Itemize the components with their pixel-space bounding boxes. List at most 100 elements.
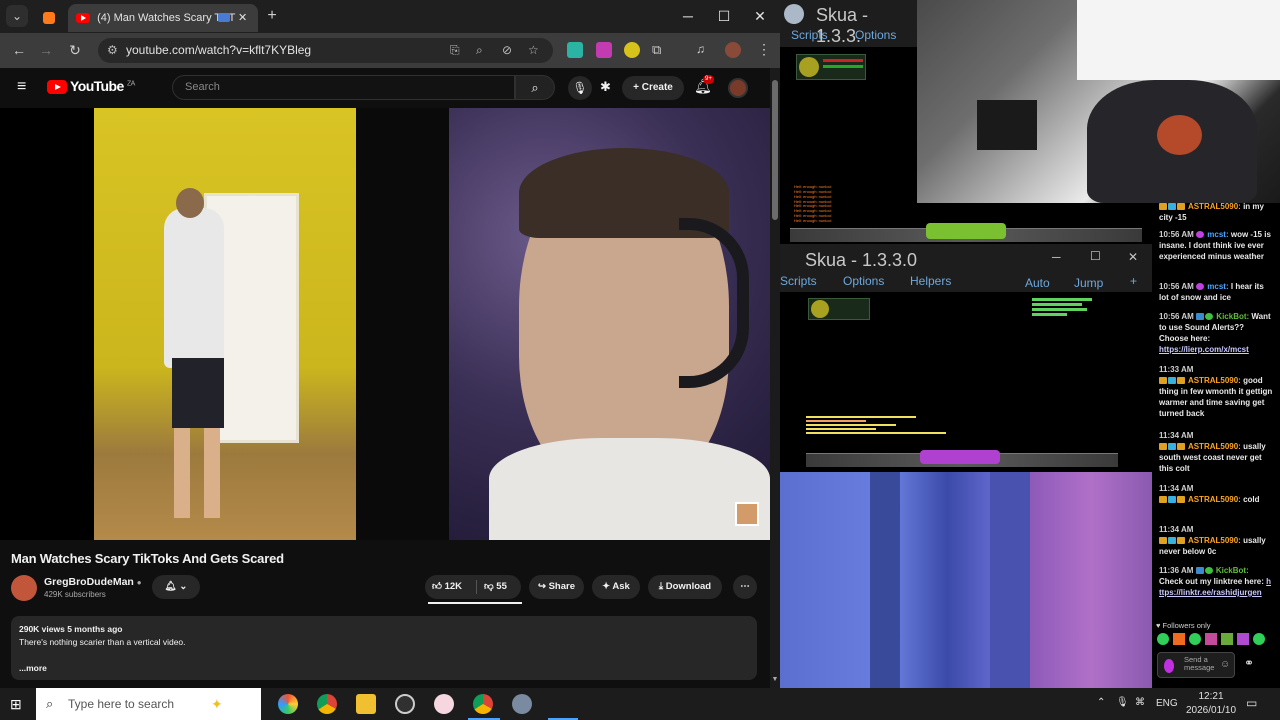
hamburger-menu-icon[interactable]: ≡	[17, 78, 26, 96]
channel-avatar[interactable]	[11, 575, 37, 601]
webcam-room-view	[917, 0, 1280, 203]
skua2-maximize-button[interactable]: ☐	[1090, 249, 1101, 263]
clock-time[interactable]: 12:21	[1196, 691, 1226, 702]
share-button[interactable]: ↪ Share	[529, 575, 584, 599]
create-button[interactable]: + Create	[622, 76, 684, 100]
ask-button[interactable]: ✦ Ask	[592, 575, 640, 599]
skua2-menu-scripts[interactable]: Scripts	[780, 274, 817, 288]
skua-taskbar-icon[interactable]	[512, 694, 532, 714]
emote-3-icon[interactable]	[1189, 633, 1201, 645]
microphone-icon[interactable]: 🎙	[1116, 697, 1129, 708]
tab-youtube-video[interactable]: (4) Man Watches Scary TikT ✕	[68, 4, 258, 32]
channel-name[interactable]: GregBroDudeMan ●	[44, 576, 142, 588]
skua2-chat-log	[806, 414, 946, 448]
bookmark-star-icon[interactable]: ☆	[528, 38, 539, 63]
chrome-profile-icon[interactable]	[473, 694, 493, 714]
scroll-down-arrow-icon[interactable]: ▼	[770, 676, 780, 683]
zoom-icon[interactable]: ⌕	[476, 38, 483, 63]
network-icon[interactable]: ⌘	[1135, 697, 1145, 708]
extension-gear-icon[interactable]: ✱	[600, 79, 611, 95]
like-button[interactable]: 👍︎ 12K	[432, 575, 462, 599]
address-bar[interactable]: ⚙ youtube.com/watch?v=kflt7KYBleg ⎘ ⌕ ⊘ …	[98, 38, 553, 63]
skua2-quest-tracker	[1032, 296, 1102, 326]
voice-search-icon[interactable]: 🎙	[568, 76, 592, 100]
channel-watermark-icon[interactable]	[735, 502, 759, 526]
eye-off-icon[interactable]: ⊘	[502, 38, 512, 63]
game-skill-icons-2[interactable]	[920, 450, 1000, 464]
skua1-menu-options[interactable]: Options	[855, 28, 896, 42]
obs-icon[interactable]	[395, 694, 415, 714]
scrollbar-thumb[interactable]	[772, 80, 778, 220]
site-info-icon[interactable]: ⚙	[107, 38, 118, 63]
description-box[interactable]: 290K views 5 months ago There's nothing …	[11, 616, 757, 680]
browser-menu-icon[interactable]: ⋮	[757, 41, 771, 58]
search-input[interactable]: Search	[172, 75, 515, 100]
notification-center-icon[interactable]: ▭	[1246, 696, 1257, 710]
chat-message-1: 10:56 AM mcst: wow -15 is insane. I dont…	[1159, 230, 1271, 261]
extension-3-icon[interactable]	[624, 42, 640, 58]
minimize-button[interactable]: ─	[670, 0, 706, 33]
taskbar-search-input[interactable]: ⌕ Type here to search ✦	[36, 688, 261, 720]
subscribe-bell-button[interactable]: 🔔︎ ⌄	[152, 575, 200, 599]
emote-4-icon[interactable]	[1205, 633, 1217, 645]
more-actions-button[interactable]: ⋯	[733, 575, 757, 599]
emoji-icon[interactable]: ☺	[1220, 659, 1230, 670]
back-button[interactable]: ←	[8, 33, 30, 68]
skua-window-1: Skua - 1.3.3. Scripts Options Hell: enou…	[780, 0, 917, 205]
chrome-icon[interactable]	[317, 694, 337, 714]
tab-pinned[interactable]	[34, 4, 64, 32]
emote-1-icon[interactable]	[1157, 633, 1169, 645]
video-player[interactable]	[0, 108, 770, 540]
tab-search-chevron-icon[interactable]: ⌄	[6, 5, 28, 27]
emote-picker-icon[interactable]	[1164, 659, 1174, 673]
skua2-menu-options[interactable]: Options	[843, 274, 884, 288]
app-favicon-icon	[43, 12, 55, 25]
install-app-icon[interactable]: ⎘	[450, 38, 460, 63]
emote-6-icon[interactable]	[1237, 633, 1249, 645]
chat-settings-icon[interactable]: ⚭	[1244, 656, 1254, 670]
emote-5-icon[interactable]	[1221, 633, 1233, 645]
search-button[interactable]: ⌕	[515, 75, 555, 100]
person-shirt-shape	[164, 208, 224, 368]
snipping-icon[interactable]	[434, 694, 454, 714]
download-button[interactable]: ⤓ Download	[648, 575, 722, 599]
language-indicator[interactable]: ENG	[1156, 698, 1178, 709]
chat-send-input[interactable]: Send a message ☺	[1157, 652, 1235, 678]
skua1-menu-scripts[interactable]: Scripts	[791, 28, 828, 42]
dislike-button[interactable]: 👎︎ 55	[484, 575, 507, 599]
maximize-button[interactable]: ☐	[706, 0, 742, 33]
file-explorer-icon[interactable]	[356, 694, 376, 714]
close-window-button[interactable]: ✕	[742, 0, 778, 33]
forward-button[interactable]: →	[35, 33, 57, 68]
media-controls-icon[interactable]: ♫	[696, 42, 705, 56]
emote-2-icon[interactable]	[1173, 633, 1185, 645]
start-button-windows-icon[interactable]: ⊞	[10, 696, 22, 713]
game-skill-icons-1[interactable]	[926, 223, 1006, 239]
skua2-add-button[interactable]: +	[1130, 274, 1137, 288]
new-tab-button[interactable]: +	[262, 5, 282, 27]
extensions-puzzle-icon[interactable]: ⧉	[652, 42, 661, 58]
skua2-menu-auto[interactable]: Auto	[1025, 276, 1050, 290]
show-more-link[interactable]: ...more	[19, 663, 47, 673]
bot-badge-icon	[1196, 313, 1205, 321]
search-icon: ⌕	[46, 696, 54, 711]
tray-overflow-icon[interactable]: ⌃	[1097, 697, 1105, 708]
extension-2-icon[interactable]	[596, 42, 612, 58]
extension-1-icon[interactable]	[567, 42, 583, 58]
profile-avatar[interactable]	[725, 42, 741, 58]
reload-button[interactable]: ↻	[64, 33, 86, 68]
skua2-minimize-button[interactable]: ─	[1052, 250, 1061, 264]
youtube-logo[interactable]: YouTube ZA	[47, 78, 135, 95]
close-tab-icon[interactable]: ✕	[238, 4, 247, 32]
emote-7-icon[interactable]	[1253, 633, 1265, 645]
sub-badge-icon	[1159, 496, 1167, 504]
account-avatar[interactable]	[728, 78, 748, 98]
description-text: There's nothing scarier than a vertical …	[19, 637, 186, 647]
skua2-close-button[interactable]: ✕	[1128, 250, 1138, 264]
quest-line-3	[1032, 308, 1087, 311]
clock-date[interactable]: 2026/01/10	[1186, 705, 1236, 716]
skua2-menu-helpers[interactable]: Helpers	[910, 274, 951, 288]
skua2-menu-jump[interactable]: Jump	[1074, 276, 1103, 290]
chat-message-0: ASTRAL5090: in my city -15	[1159, 202, 1264, 222]
copilot-icon[interactable]	[278, 694, 298, 714]
